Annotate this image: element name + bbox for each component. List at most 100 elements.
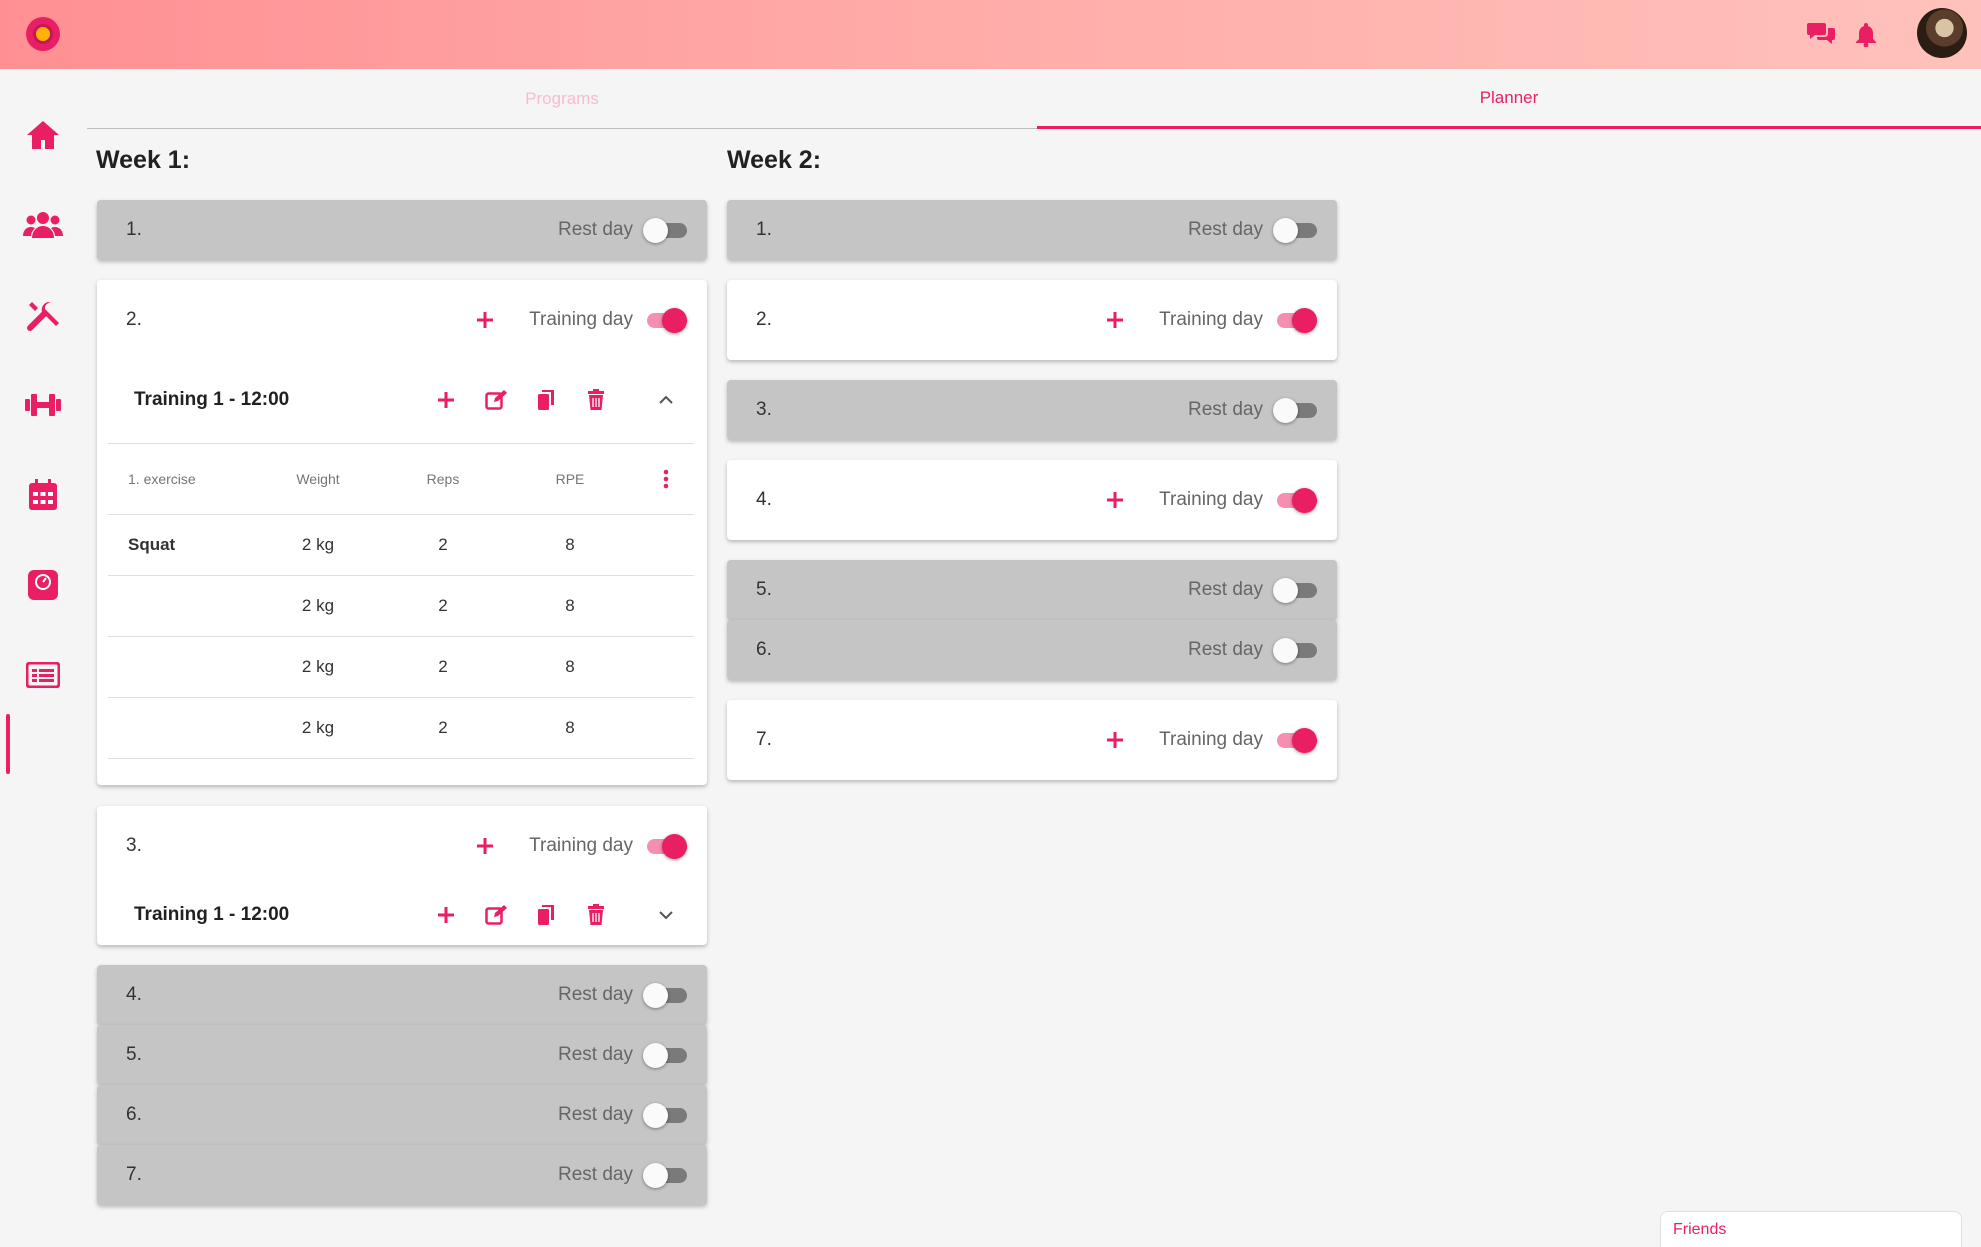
edit-icon[interactable] [484,388,508,412]
table-row[interactable]: 2 kg 2 8 [108,576,694,637]
add-training-button[interactable] [1103,728,1127,752]
training-day-toggle[interactable] [643,983,687,1008]
week1-day-5-card: 5. Rest day [97,1025,707,1085]
copy-icon[interactable] [534,388,558,412]
edit-icon[interactable] [484,903,508,927]
day-number: 5. [126,1044,142,1065]
training-day-toggle[interactable] [643,308,687,333]
trash-icon[interactable] [584,903,608,927]
day-type-label: Rest day [558,1044,633,1065]
training-header: Training 1 - 12:00 [97,370,707,430]
training-header: Training 1 - 12:00 [97,885,707,945]
week1-day-4-card: 4. Rest day [97,965,707,1025]
add-training-button[interactable] [1103,308,1127,332]
chevron-down-icon[interactable] [654,903,678,927]
users-icon[interactable] [8,195,78,255]
day-type-label: Rest day [1188,639,1263,660]
table-row[interactable]: 2 kg 2 8 [108,698,694,759]
tools-icon[interactable] [8,285,78,345]
week-1-title: Week 1: [96,146,191,174]
day-number: 5. [756,579,772,600]
week2-day-5-card: 5. Rest day [727,560,1337,620]
top-bar [0,0,1981,69]
training-day-toggle[interactable] [1273,578,1317,603]
day-type-label: Training day [529,835,633,856]
training-title: Training 1 - 12:00 [134,389,290,410]
bell-icon[interactable] [1850,18,1882,50]
day-number: 6. [126,1104,142,1125]
add-training-button[interactable] [1103,488,1127,512]
dumbbell-icon[interactable] [8,375,78,435]
col-rpe: RPE [555,471,585,487]
week2-day-1-card: 1. Rest day [727,200,1337,260]
day-number: 4. [756,489,772,510]
training-day-toggle[interactable] [1273,488,1317,513]
training-title: Training 1 - 12:00 [134,904,290,925]
calendar-icon[interactable] [8,465,78,525]
chevron-up-icon[interactable] [654,388,678,412]
training-day-toggle[interactable] [1273,638,1317,663]
day-number: 1. [756,219,772,240]
sidebar-active-indicator [6,714,10,774]
day-number: 7. [126,1164,142,1185]
day-type-label: Rest day [1188,399,1263,420]
exercise-name [128,576,238,636]
weight-value: 2 kg [301,657,335,676]
day-type-label: Rest day [558,219,633,240]
training-day-toggle[interactable] [643,1163,687,1188]
training-day-toggle[interactable] [643,1043,687,1068]
day-type-label: Training day [1159,489,1263,510]
training-day-toggle[interactable] [1273,398,1317,423]
user-avatar[interactable] [1917,8,1967,58]
training-day-toggle[interactable] [643,218,687,243]
more-vert-icon[interactable] [656,444,676,514]
exercise-name [128,698,238,758]
training-day-toggle[interactable] [1273,728,1317,753]
friends-panel-tab[interactable]: Friends [1660,1211,1962,1247]
weight-value: 2 kg [301,596,335,615]
add-training-button[interactable] [473,308,497,332]
table-row[interactable]: Squat 2 kg 2 8 [108,515,694,576]
day-number: 7. [756,729,772,750]
copy-icon[interactable] [534,903,558,927]
week1-day-1-card: 1. Rest day [97,200,707,260]
training-day-toggle[interactable] [1273,218,1317,243]
day-number: 3. [126,835,142,856]
add-training-button[interactable] [473,834,497,858]
sidebar [0,69,86,1247]
day-type-label: Rest day [558,1164,633,1185]
day-type-label: Training day [529,309,633,330]
weight-value: 2 kg [301,535,335,554]
rpe-value: 8 [565,596,575,615]
table-row[interactable]: 2 kg 2 8 [108,637,694,698]
day-type-label: Rest day [558,984,633,1005]
tab-planner[interactable]: Planner [1037,69,1981,129]
reps-value: 2 [438,535,448,554]
day-type-label: Training day [1159,309,1263,330]
planner-list-icon[interactable] [8,645,78,705]
training-day-toggle[interactable] [643,1103,687,1128]
week-2-title: Week 2: [727,146,822,174]
tab-programs[interactable]: Programs [87,69,1037,129]
tab-bar: Programs Planner [87,69,1981,129]
rpe-value: 8 [565,657,575,676]
reps-value: 2 [438,657,448,676]
col-reps: Reps [426,471,460,487]
training-day-toggle[interactable] [643,834,687,859]
week2-day-2-card: 2. Training day [727,280,1337,360]
home-icon[interactable] [8,105,78,165]
col-weight: Weight [296,471,340,487]
add-exercise-icon[interactable] [434,903,458,927]
week2-day-6-card: 6. Rest day [727,620,1337,680]
day-type-label: Rest day [1188,579,1263,600]
day-number: 2. [756,309,772,330]
week1-day-6-card: 6. Rest day [97,1085,707,1145]
day-type-label: Rest day [1188,219,1263,240]
lion-logo-icon[interactable] [26,17,60,51]
col-exercise: 1. exercise [128,471,196,487]
chat-icon[interactable] [1805,18,1837,50]
add-exercise-icon[interactable] [434,388,458,412]
scale-icon[interactable] [8,555,78,615]
training-day-toggle[interactable] [1273,308,1317,333]
trash-icon[interactable] [584,388,608,412]
